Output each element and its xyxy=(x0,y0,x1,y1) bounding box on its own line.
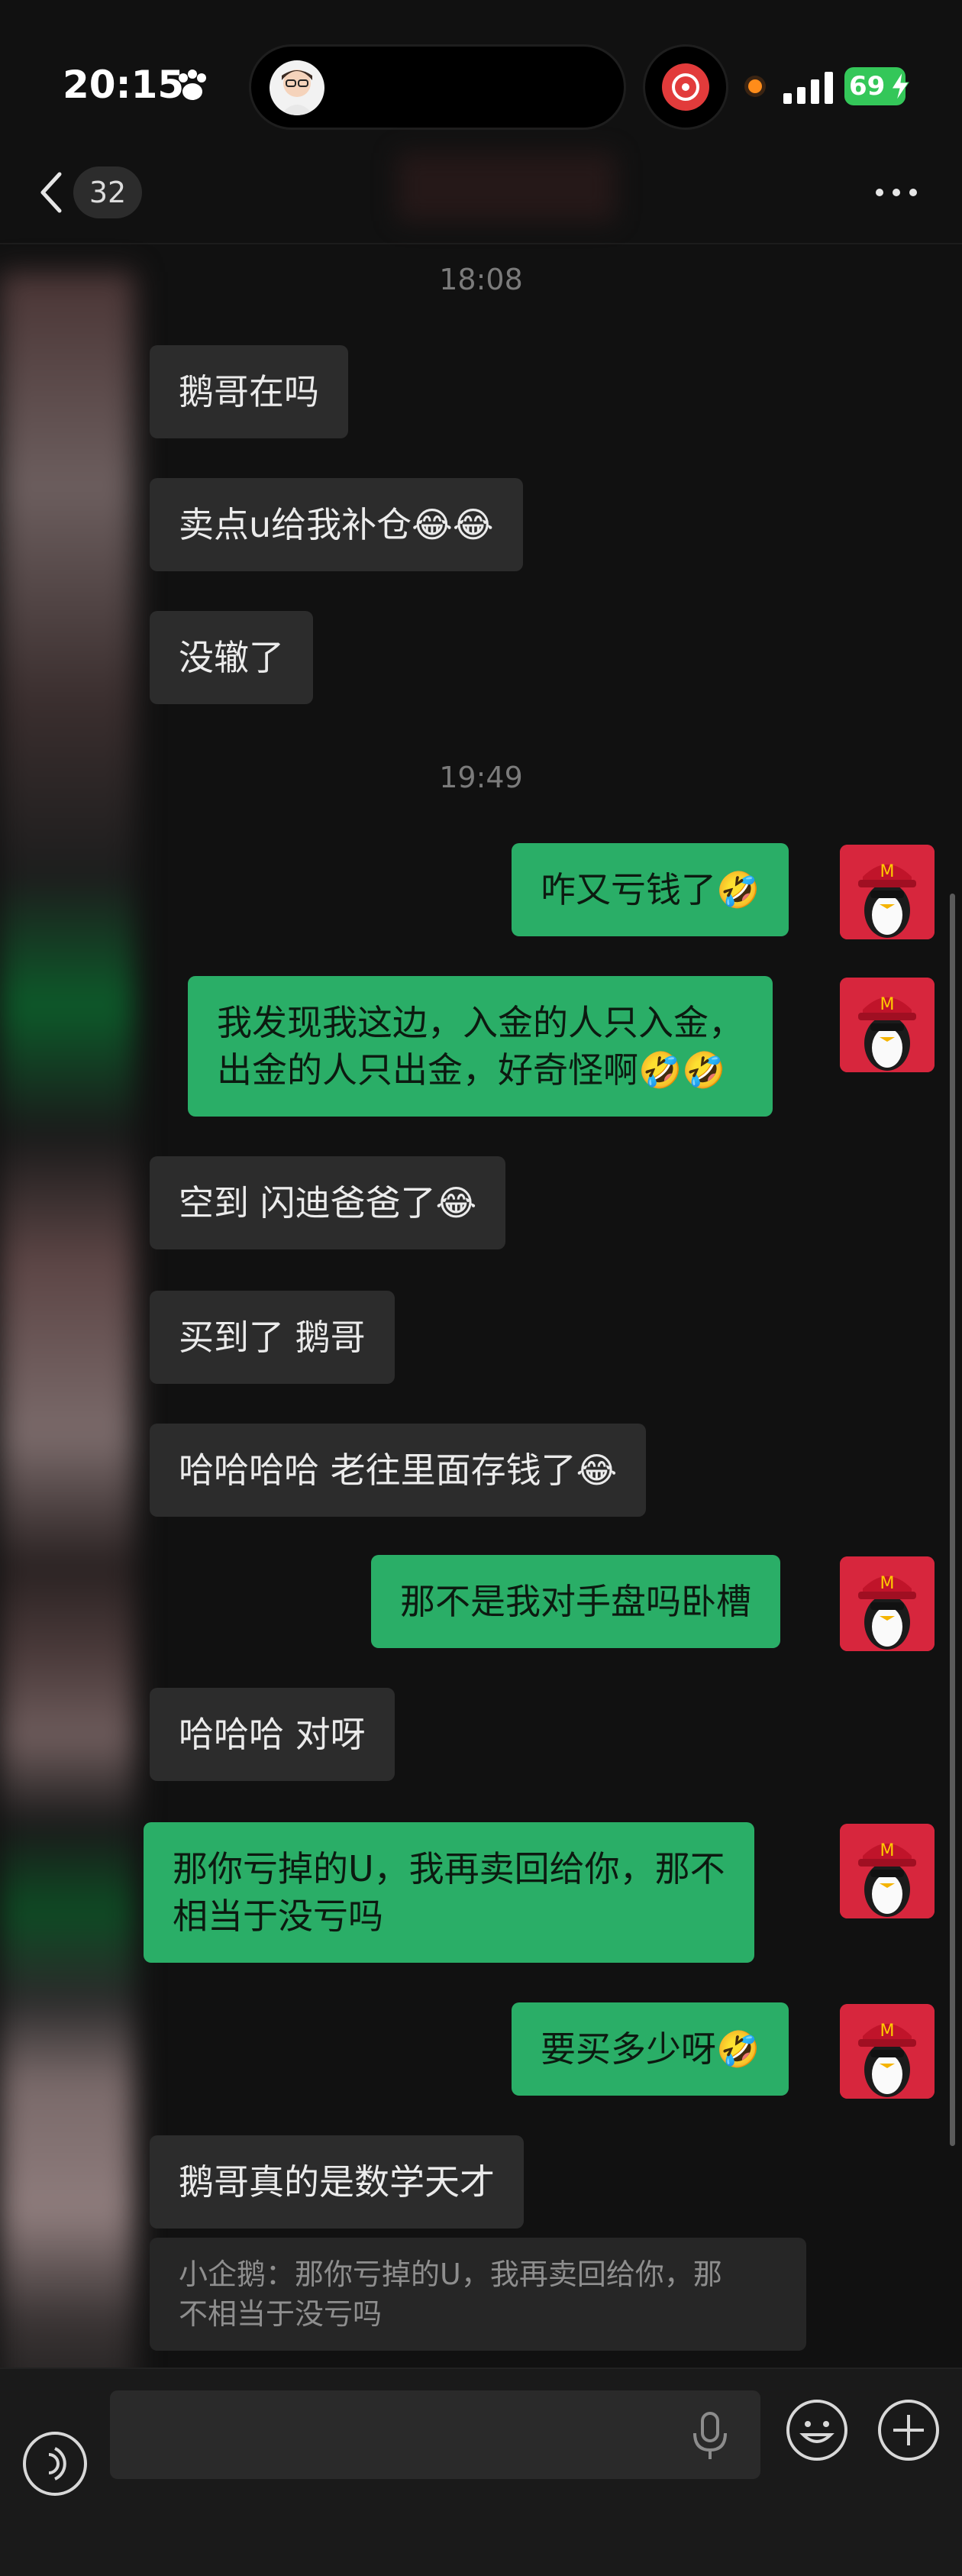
my-avatar[interactable]: M xyxy=(840,978,935,1072)
svg-text:M: M xyxy=(880,1574,895,1593)
input-bar xyxy=(0,2368,962,2576)
chat-title xyxy=(397,153,615,221)
emoji-icon[interactable] xyxy=(785,2398,849,2462)
back-icon[interactable] xyxy=(37,170,64,215)
recording-indicator xyxy=(748,79,762,93)
mic-icon[interactable] xyxy=(687,2409,733,2464)
message-bubble-outgoing[interactable]: 要买多少呀🤣 xyxy=(512,2002,789,2096)
voice-icon[interactable] xyxy=(23,2432,87,2496)
my-avatar[interactable]: M xyxy=(840,1556,935,1651)
my-avatar[interactable]: M xyxy=(840,2004,935,2099)
plus-icon[interactable] xyxy=(876,2398,941,2462)
svg-text:M: M xyxy=(880,862,895,881)
message-bubble-outgoing[interactable]: 那你亏掉的U，我再卖回给你，那不 相当于没亏吗 xyxy=(144,1822,754,1963)
island-avatar xyxy=(270,60,324,115)
paw-icon xyxy=(179,69,206,100)
message-bubble[interactable]: 哈哈哈哈 老往里面存钱了😂 xyxy=(150,1424,647,1517)
message-bubble[interactable]: 鹅哥在吗 xyxy=(150,345,348,438)
message-bubble[interactable]: 鹅哥真的是数学天才 xyxy=(150,2135,524,2229)
message-bubble-outgoing[interactable]: 咋又亏钱了🤣 xyxy=(512,843,789,936)
message-bubble-outgoing[interactable]: 那不是我对手盘吗卧槽 xyxy=(371,1555,780,1648)
quoted-message[interactable]: 小企鹅：那你亏掉的U，我再卖回给你，那 不相当于没亏吗 xyxy=(150,2238,806,2351)
timestamp: 19:49 xyxy=(439,761,523,794)
my-avatar[interactable]: M xyxy=(840,1824,935,1918)
charging-icon xyxy=(891,72,909,101)
timestamp: 18:08 xyxy=(439,263,523,296)
message-bubble[interactable]: 空到 闪迪爸爸了😂 xyxy=(150,1156,506,1249)
message-bubble[interactable]: 没辙了 xyxy=(150,611,313,704)
dynamic-island[interactable] xyxy=(249,44,626,130)
my-avatar[interactable]: M xyxy=(840,845,935,939)
status-time: 20:15 xyxy=(63,63,185,107)
music-activity[interactable] xyxy=(643,44,728,130)
message-bubble[interactable]: 买到了 鹅哥 xyxy=(150,1291,395,1384)
contact-avatar-column xyxy=(0,272,134,2429)
music-icon xyxy=(662,63,709,111)
chat-header: 32 xyxy=(0,153,962,244)
message-bubble[interactable]: 哈哈哈 对呀 xyxy=(150,1688,395,1781)
status-bar: 20:15 69 xyxy=(0,0,962,153)
svg-text:M: M xyxy=(880,995,895,1014)
unread-count-badge[interactable]: 32 xyxy=(73,166,142,218)
scrollbar[interactable] xyxy=(950,894,955,2146)
battery-level: 69 xyxy=(849,71,886,102)
message-bubble[interactable]: 卖点u给我补仓😂😂 xyxy=(150,478,523,571)
message-bubble-outgoing[interactable]: 我发现我这边，入金的人只入金， 出金的人只出金，好奇怪啊🤣🤣 xyxy=(188,976,773,1117)
svg-text:M: M xyxy=(880,1841,895,1860)
battery-indicator: 69 xyxy=(844,67,909,105)
signal-icon xyxy=(783,72,833,104)
svg-text:M: M xyxy=(880,2022,895,2041)
message-input[interactable] xyxy=(110,2390,760,2479)
more-icon[interactable] xyxy=(873,185,919,200)
